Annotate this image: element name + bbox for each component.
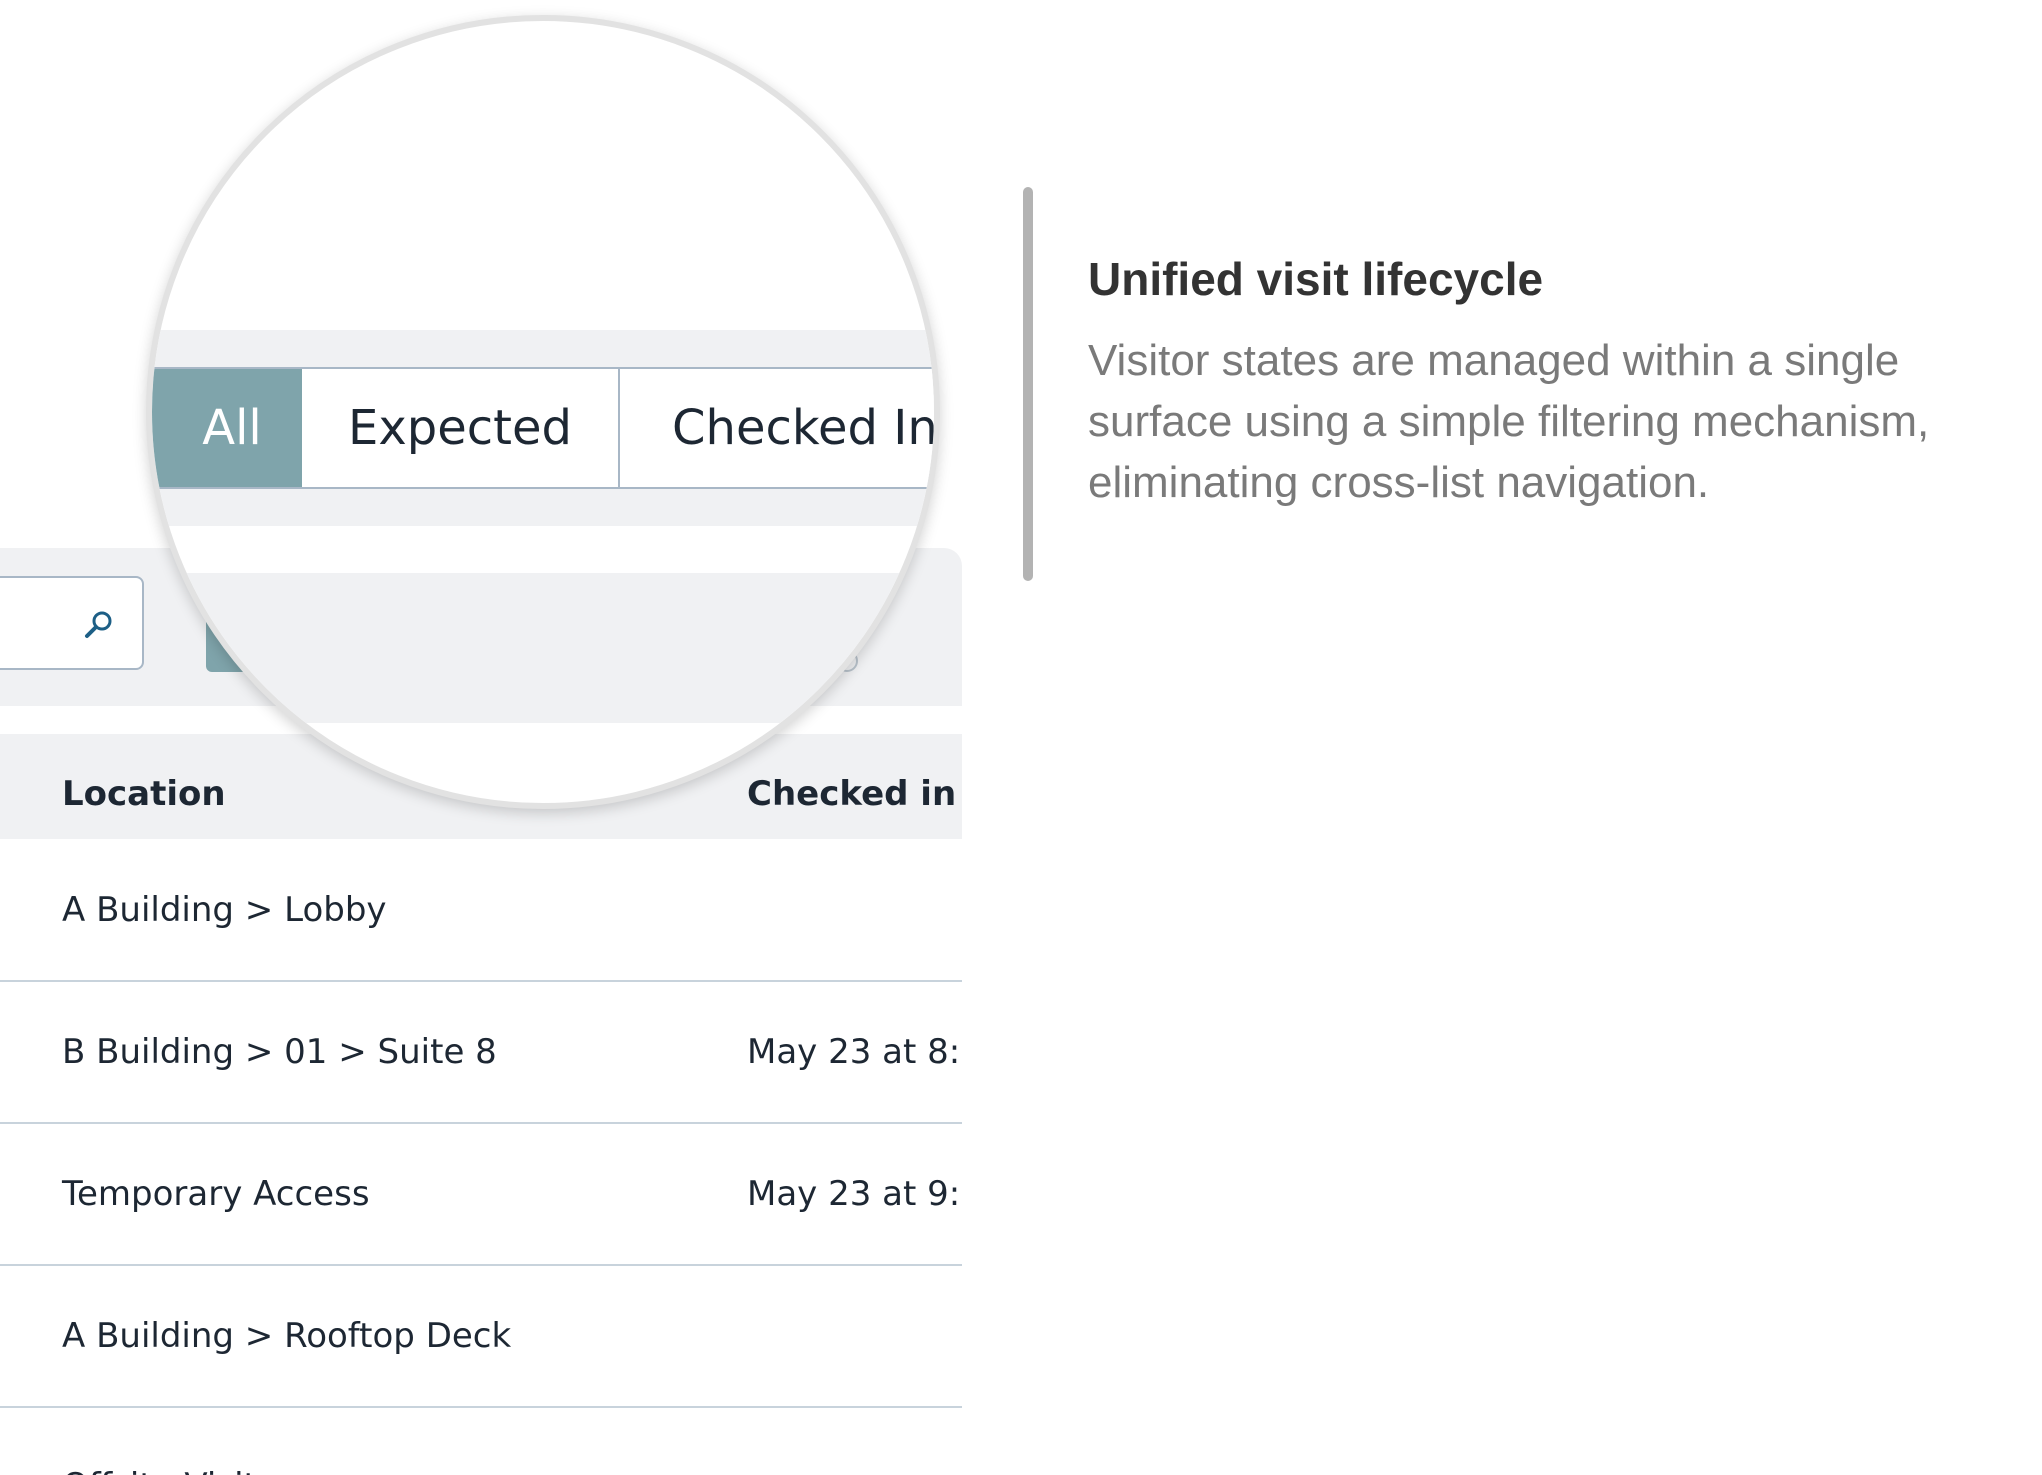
filter-tab-all[interactable]: All bbox=[152, 369, 302, 487]
column-header-location[interactable]: Location bbox=[62, 774, 226, 814]
table-row[interactable]: B Building > 01 > Suite 8 May 23 at 8:1 bbox=[0, 982, 962, 1124]
table-row[interactable]: A Building > Rooftop Deck bbox=[0, 1266, 962, 1408]
callout-title: Unified visit lifecycle bbox=[1088, 253, 1544, 305]
filter-tab-expected[interactable]: Expected bbox=[302, 369, 620, 487]
callout-accent-bar bbox=[1023, 187, 1033, 581]
magnified-toolbar bbox=[152, 573, 934, 723]
search-input[interactable] bbox=[0, 576, 144, 670]
table-row[interactable]: Offsite Visit bbox=[0, 1408, 962, 1475]
cell-checked-in: May 23 at 8:1 bbox=[747, 1032, 962, 1072]
callout-body: Visitor states are managed within a sing… bbox=[1088, 336, 1930, 507]
cell-location: A Building > Lobby bbox=[62, 890, 387, 930]
cell-checked-in: May 23 at 9:1 bbox=[747, 1174, 962, 1214]
column-header-checked-in[interactable]: Checked in bbox=[747, 774, 956, 814]
table-row[interactable]: A Building > Lobby bbox=[0, 840, 962, 982]
filter-segmented-control: All Expected Checked In bbox=[152, 367, 934, 489]
cell-location: Temporary Access bbox=[62, 1174, 370, 1214]
table-row[interactable]: Temporary Access May 23 at 9:1 bbox=[0, 1124, 962, 1266]
cell-location: B Building > 01 > Suite 8 bbox=[62, 1032, 497, 1072]
magnifier-lens: All Expected Checked In bbox=[146, 15, 940, 809]
search-icon[interactable] bbox=[82, 608, 116, 642]
filter-tab-checked-in[interactable]: Checked In bbox=[620, 369, 934, 487]
cell-location: A Building > Rooftop Deck bbox=[62, 1316, 512, 1356]
cell-location: Offsite Visit bbox=[62, 1466, 257, 1475]
